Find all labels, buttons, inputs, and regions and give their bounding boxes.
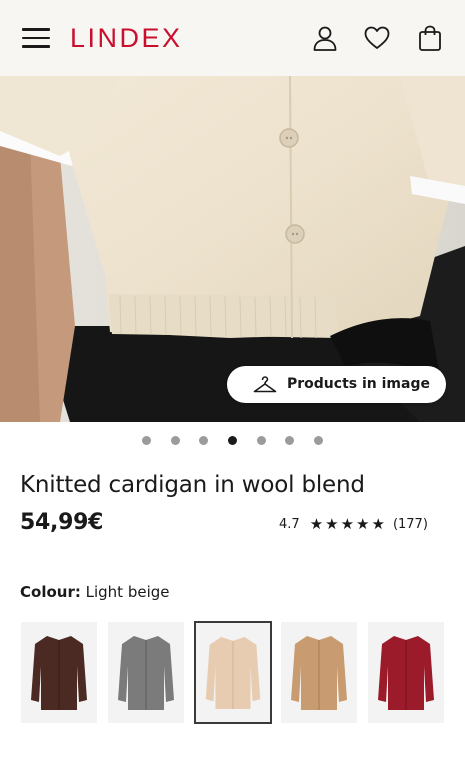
heart-icon[interactable] <box>363 24 391 52</box>
products-in-image-label: Products in image <box>287 376 430 392</box>
colour-swatch-light-beige[interactable] <box>194 621 272 724</box>
lindex-logo[interactable]: LINDEX <box>70 22 183 54</box>
product-price: 54,99€ <box>20 510 104 535</box>
rating-value: 4.7 <box>279 516 300 532</box>
cardigan-thumbnail <box>118 636 174 710</box>
pager-dot[interactable] <box>314 436 323 445</box>
colour-value: Light beige <box>85 583 170 601</box>
cardigan-thumbnail <box>291 636 347 710</box>
site-header: LINDEX <box>0 0 465 76</box>
cardigan-thumbnail <box>31 636 87 710</box>
cardigan-thumbnail <box>205 636 261 710</box>
pager-dot[interactable] <box>285 436 294 445</box>
image-pager <box>0 436 465 446</box>
hanger-icon <box>253 376 277 393</box>
pager-dot-active[interactable] <box>228 436 237 445</box>
products-in-image-button[interactable]: Products in image <box>227 366 446 403</box>
colour-swatch-red[interactable] <box>368 622 444 723</box>
product-title: Knitted cardigan in wool blend <box>20 472 365 498</box>
pager-dot[interactable] <box>171 436 180 445</box>
colour-heading: Colour: <box>20 583 81 601</box>
menu-icon[interactable] <box>20 25 52 51</box>
colour-label: Colour: Light beige <box>20 583 170 601</box>
bag-icon[interactable] <box>416 24 444 52</box>
review-count: (177) <box>392 516 428 532</box>
pager-dot[interactable] <box>257 436 266 445</box>
account-icon[interactable] <box>311 24 339 52</box>
pager-dot[interactable] <box>199 436 208 445</box>
pager-dot[interactable] <box>142 436 151 445</box>
colour-swatch-grey[interactable] <box>108 622 184 723</box>
colour-swatch-camel[interactable] <box>281 622 357 723</box>
colour-swatch-dark-brown[interactable] <box>21 622 97 723</box>
product-rating[interactable]: 4.7 ★★★★★ (177) <box>279 515 428 533</box>
rating-stars-icon: ★★★★★ <box>309 515 387 533</box>
product-image[interactable]: Products in image <box>0 76 465 422</box>
cardigan-thumbnail <box>378 636 434 710</box>
